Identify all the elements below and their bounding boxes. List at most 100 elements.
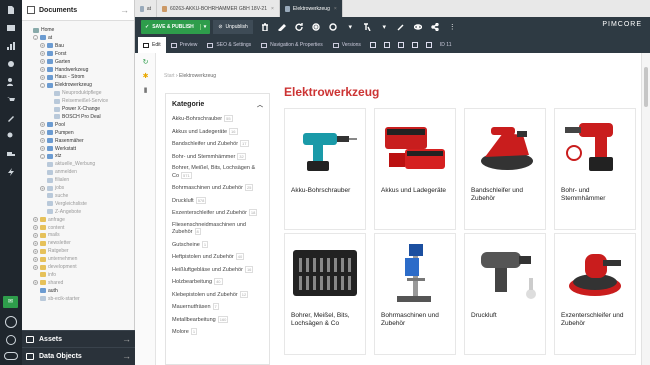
product-image[interactable] [379,113,451,183]
product-card[interactable]: Akku-Bohrschrauber [284,108,366,230]
unpublish-button[interactable]: ⊘ Unpublish [213,20,253,34]
product-image[interactable] [379,238,451,308]
product-image[interactable] [469,113,541,183]
product-card[interactable]: Akkus und Ladegeräte [374,108,456,230]
tab-preview[interactable]: Preview [166,37,203,53]
product-label[interactable]: Bohr- und Stemmhämmer [561,187,631,203]
expand-toggle-icon[interactable]: + [33,280,38,286]
tree-item[interactable]: + Ratgeber [33,247,69,255]
tree-item[interactable]: Home [26,26,54,34]
filter-item[interactable]: Bandschleifer und Zubehör 17 [172,140,263,148]
product-image[interactable] [469,238,541,308]
breadcrumb-home[interactable]: Start [164,73,175,79]
more-dropdown-icon[interactable]: ▾ [342,20,359,34]
tree-item[interactable]: + content [33,224,64,232]
product-card[interactable]: Exzenterschleifer und Zubehör [554,233,636,355]
search-icon[interactable] [0,130,22,142]
filter-item[interactable]: Gutscheine 1 [172,240,263,249]
tab-navigation-properties[interactable]: Navigation & Properties [256,37,328,53]
share-dropdown-icon[interactable]: ▾ [376,20,393,34]
tree-item[interactable]: + Bau [40,42,64,50]
chevron-down-icon[interactable]: ▾ [199,24,206,30]
data-objects-panel[interactable]: Data Objects → [22,347,135,364]
image-icon[interactable] [0,22,22,34]
filter-item[interactable]: Druckluft 578 [172,196,263,205]
filter-item[interactable]: Bohr- und Stemmhämmer 32 [172,152,263,161]
filter-item[interactable]: Mauernutfräsen 7 [172,303,263,311]
info-icon[interactable] [325,20,342,34]
collapse-arrow-icon[interactable]: → [120,5,129,15]
reload-icon[interactable] [291,20,308,34]
cart-icon[interactable] [0,94,22,106]
expand-toggle-icon[interactable]: + [33,225,38,230]
tree-item[interactable]: - xtz [40,152,61,160]
product-label[interactable]: Bohrer, Meißel, Bits, Lochsägen & Co [291,312,361,328]
product-label[interactable]: Exzenterschleifer und Zubehör [561,312,631,328]
refresh-icon[interactable]: ↻ [141,57,150,66]
product-label[interactable]: Druckluft [471,312,541,320]
product-label[interactable]: Akkus und Ladegeräte [381,187,451,195]
tree-item[interactable]: BOSCH Pro Deal [47,113,101,121]
chevron-up-icon[interactable]: ︿ [257,100,263,109]
tree-item[interactable]: anmelden [40,168,77,176]
product-label[interactable]: Bohrmaschinen und Zubehör [381,312,451,328]
tree-item[interactable]: + development [33,263,77,271]
truck-icon[interactable] [0,148,22,160]
filter-item[interactable]: Holzbearbeitung 40 [172,278,263,286]
close-icon[interactable]: × [271,6,274,12]
expand-toggle-icon[interactable]: + [33,248,38,254]
file-icon[interactable] [0,4,22,16]
tree-item[interactable]: suche [40,192,68,200]
filter-item[interactable]: Heftpistolen und Zubehör 40 [172,253,263,261]
translate-icon[interactable] [359,20,376,34]
settings-icon[interactable] [6,335,16,345]
product-card[interactable]: Bandschleifer und Zubehör [464,108,546,230]
delete-icon[interactable] [257,20,274,34]
assets-panel[interactable]: Assets → [22,330,135,347]
expand-toggle-icon[interactable]: - [40,153,45,159]
lightbulb-icon[interactable]: ✱ [141,71,150,80]
product-image[interactable] [289,238,361,308]
share-icon[interactable] [427,20,444,34]
expand-toggle-icon[interactable]: - [40,82,45,88]
tree-item[interactable]: + newsletter [33,239,71,247]
filter-item[interactable]: Molore 1 [172,328,263,336]
tree-item[interactable]: + Rasenmäher [40,137,84,145]
expand-toggle-icon[interactable]: + [40,138,45,144]
tree-item[interactable]: + Pool [40,121,65,129]
filter-header[interactable]: Kategorie ︿ [172,98,263,110]
close-icon[interactable]: × [334,6,337,12]
edit-icon[interactable] [393,20,410,34]
scroll-thumb[interactable] [644,67,648,107]
filter-item[interactable]: Bohrmaschinen und Zubehör 25 [172,184,263,192]
filter-item[interactable]: Klebepistolen und Zubehör 12 [172,290,263,299]
people-icon[interactable] [0,76,22,88]
tree-item[interactable]: + Haus - Strom [40,73,84,81]
content-scrollbar[interactable] [641,53,650,365]
tag-icon[interactable] [422,37,436,53]
tree-item[interactable]: - at [33,34,52,42]
product-image[interactable] [559,113,631,183]
list-icon[interactable] [394,37,408,53]
bolt-icon[interactable] [0,166,22,178]
expand-toggle-icon[interactable]: + [40,146,45,151]
save-publish-button[interactable]: ✓ SAVE & PUBLISH ▾ [141,20,211,34]
tab-at[interactable]: at [135,0,157,17]
expand-toggle-icon[interactable]: + [40,185,45,191]
tree-item[interactable]: + unternehmen [33,255,77,263]
expand-toggle-icon[interactable]: + [33,264,38,270]
filter-item[interactable]: Fliesenschneidmaschinen und Zubehör 8 [172,222,263,236]
product-image[interactable] [559,238,631,308]
tree-item[interactable]: info [33,271,56,279]
expand-toggle-icon[interactable]: - [33,35,38,41]
tab-product[interactable]: 60263-AKKU-BOHRHAMMER GBH 18V-21 × [157,0,280,17]
product-label[interactable]: Akku-Bohrschrauber [291,187,361,195]
notifications-icon[interactable]: ✉ [3,296,18,308]
tree-item[interactable]: Vergleichsliste [40,200,87,208]
tree-item[interactable]: auth [33,287,58,295]
expand-toggle-icon[interactable]: + [33,232,38,238]
product-card[interactable]: Bohr- und Stemmhämmer [554,108,636,230]
product-card[interactable]: Bohrer, Meißel, Bits, Lochsägen & Co [284,233,366,355]
tree-item[interactable]: Neuproduktpflege [47,89,101,97]
tree-item[interactable]: + Pumpen [40,129,74,137]
